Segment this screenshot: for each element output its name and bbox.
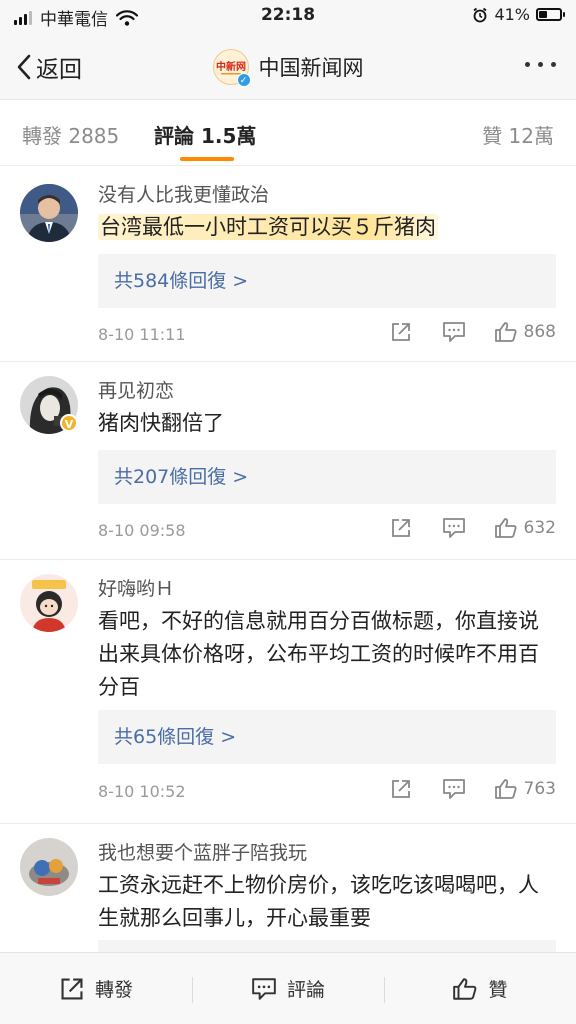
battery-level <box>539 11 548 18</box>
bottom-action-bar: 轉發 評論 贊 <box>0 952 576 1024</box>
reply-button[interactable] <box>442 517 466 539</box>
thumbs-up-icon <box>453 977 477 1000</box>
comment-item: V 再见初恋 猪肉快翻倍了 共207條回復 > 8-10 09:58 632 <box>0 362 576 560</box>
comment-button[interactable]: 評論 <box>192 953 384 1024</box>
comment-list: 没有人比我更懂政治 台湾最低一小时工资可以买５斤猪肉 共584條回復 > 8-1… <box>0 166 576 964</box>
user-avatar-image <box>20 184 78 242</box>
verified-badge-icon: V <box>60 414 78 432</box>
share-button[interactable] <box>390 321 412 343</box>
comment-text: 台湾最低一小时工资可以买５斤猪肉 <box>98 211 556 244</box>
alarm-icon <box>473 7 487 22</box>
share-icon <box>391 519 410 537</box>
like-label: 贊 <box>488 979 508 1001</box>
forward-button[interactable]: 轉發 <box>0 953 192 1024</box>
comment-text: 工资永远赶不上物价房价，该吃吃该喝喝吧，人生就那么回事儿，开心最重要 <box>98 873 539 930</box>
user-avatar-image <box>20 838 78 896</box>
comment-text: 猪肉快翻倍了 <box>98 411 224 435</box>
share-button[interactable] <box>390 778 412 800</box>
like-count: 868 <box>523 322 556 342</box>
battery-icon <box>536 8 565 21</box>
like-button[interactable]: 763 <box>494 778 556 800</box>
comment-username[interactable]: 没有人比我更懂政治 <box>98 180 269 207</box>
status-bar: 中華電信 22:18 41% <box>0 0 576 32</box>
status-right: 41% <box>472 5 565 24</box>
comment-actions: 763 <box>390 778 556 800</box>
replies-link[interactable]: 共65條回復 > <box>98 710 556 764</box>
comment-label: 評論 <box>286 979 325 1001</box>
thumbs-up-icon <box>494 779 517 799</box>
comment-item: 我也想要个蓝胖子陪我玩 工资永远赶不上物价房价，该吃吃该喝喝吧，人生就那么回事儿… <box>0 824 576 964</box>
battery-percent: 41% <box>494 5 530 24</box>
like-button[interactable]: 868 <box>494 321 556 343</box>
nav-bar: 返回 中新网 ✓ 中国新闻网 <box>0 32 576 100</box>
more-options-icon[interactable] <box>525 62 556 67</box>
tab-forwards[interactable]: 轉發 2885 <box>22 120 119 149</box>
thumbs-up-icon <box>494 322 517 342</box>
comment-username[interactable]: 我也想要个蓝胖子陪我玩 <box>98 838 307 865</box>
comment-time: 8-10 09:58 <box>98 521 186 540</box>
like-count: 632 <box>523 518 556 538</box>
comment-text-highlighted: 台湾最低一小时工资可以买５斤猪肉 <box>98 214 438 240</box>
account-header[interactable]: 中新网 ✓ 中国新闻网 <box>0 49 576 87</box>
comment-actions: 632 <box>390 517 556 539</box>
forward-label: 轉發 <box>94 979 133 1001</box>
share-icon <box>61 977 83 1000</box>
replies-link[interactable]: 共207條回復 > <box>98 450 556 504</box>
svg-text:中新网: 中新网 <box>216 60 246 73</box>
reply-button[interactable] <box>442 321 466 343</box>
tab-comments[interactable]: 評論 1.5萬 <box>154 120 256 149</box>
comment-icon <box>442 322 465 342</box>
replies-link[interactable]: 共584條回復 > <box>98 254 556 308</box>
user-avatar[interactable] <box>20 184 78 242</box>
post-tabs: 轉發 2885 評論 1.5萬 贊 12萬 <box>0 100 576 166</box>
comment-item: 好嗨哟Ｈ 看吧，不好的信息就用百分百做标题，你直接说出来具体价格呀，公布平均工资… <box>0 560 576 824</box>
comment-username[interactable]: 好嗨哟Ｈ <box>98 574 174 601</box>
tab-likes[interactable]: 贊 12萬 <box>482 120 554 149</box>
verified-badge-icon: ✓ <box>236 73 251 87</box>
share-button[interactable] <box>390 517 412 539</box>
comment-icon <box>442 518 465 538</box>
active-tab-indicator <box>180 157 234 161</box>
reply-button[interactable] <box>442 778 466 800</box>
account-name: 中国新闻网 <box>258 56 364 80</box>
comment-icon <box>442 779 465 799</box>
comment-icon <box>252 977 276 1000</box>
comment-time: 8-10 11:11 <box>98 325 186 344</box>
comment-text: 看吧，不好的信息就用百分百做标题，你直接说出来具体价格呀，公布平均工资的时候咋不… <box>98 609 539 699</box>
like-button[interactable]: 贊 <box>384 953 576 1024</box>
comment-time: 8-10 10:52 <box>98 782 186 801</box>
thumbs-up-icon <box>494 518 517 538</box>
like-button[interactable]: 632 <box>494 517 556 539</box>
user-avatar[interactable] <box>20 574 78 632</box>
share-icon <box>391 780 410 798</box>
comment-item: 没有人比我更懂政治 台湾最低一小时工资可以买５斤猪肉 共584條回復 > 8-1… <box>0 166 576 362</box>
user-avatar[interactable] <box>20 838 78 896</box>
like-count: 763 <box>523 779 556 799</box>
account-avatar: 中新网 ✓ <box>212 49 251 87</box>
comment-actions: 868 <box>390 321 556 343</box>
comment-username[interactable]: 再见初恋 <box>98 376 174 403</box>
share-icon <box>391 323 410 341</box>
user-avatar-image <box>20 574 78 632</box>
